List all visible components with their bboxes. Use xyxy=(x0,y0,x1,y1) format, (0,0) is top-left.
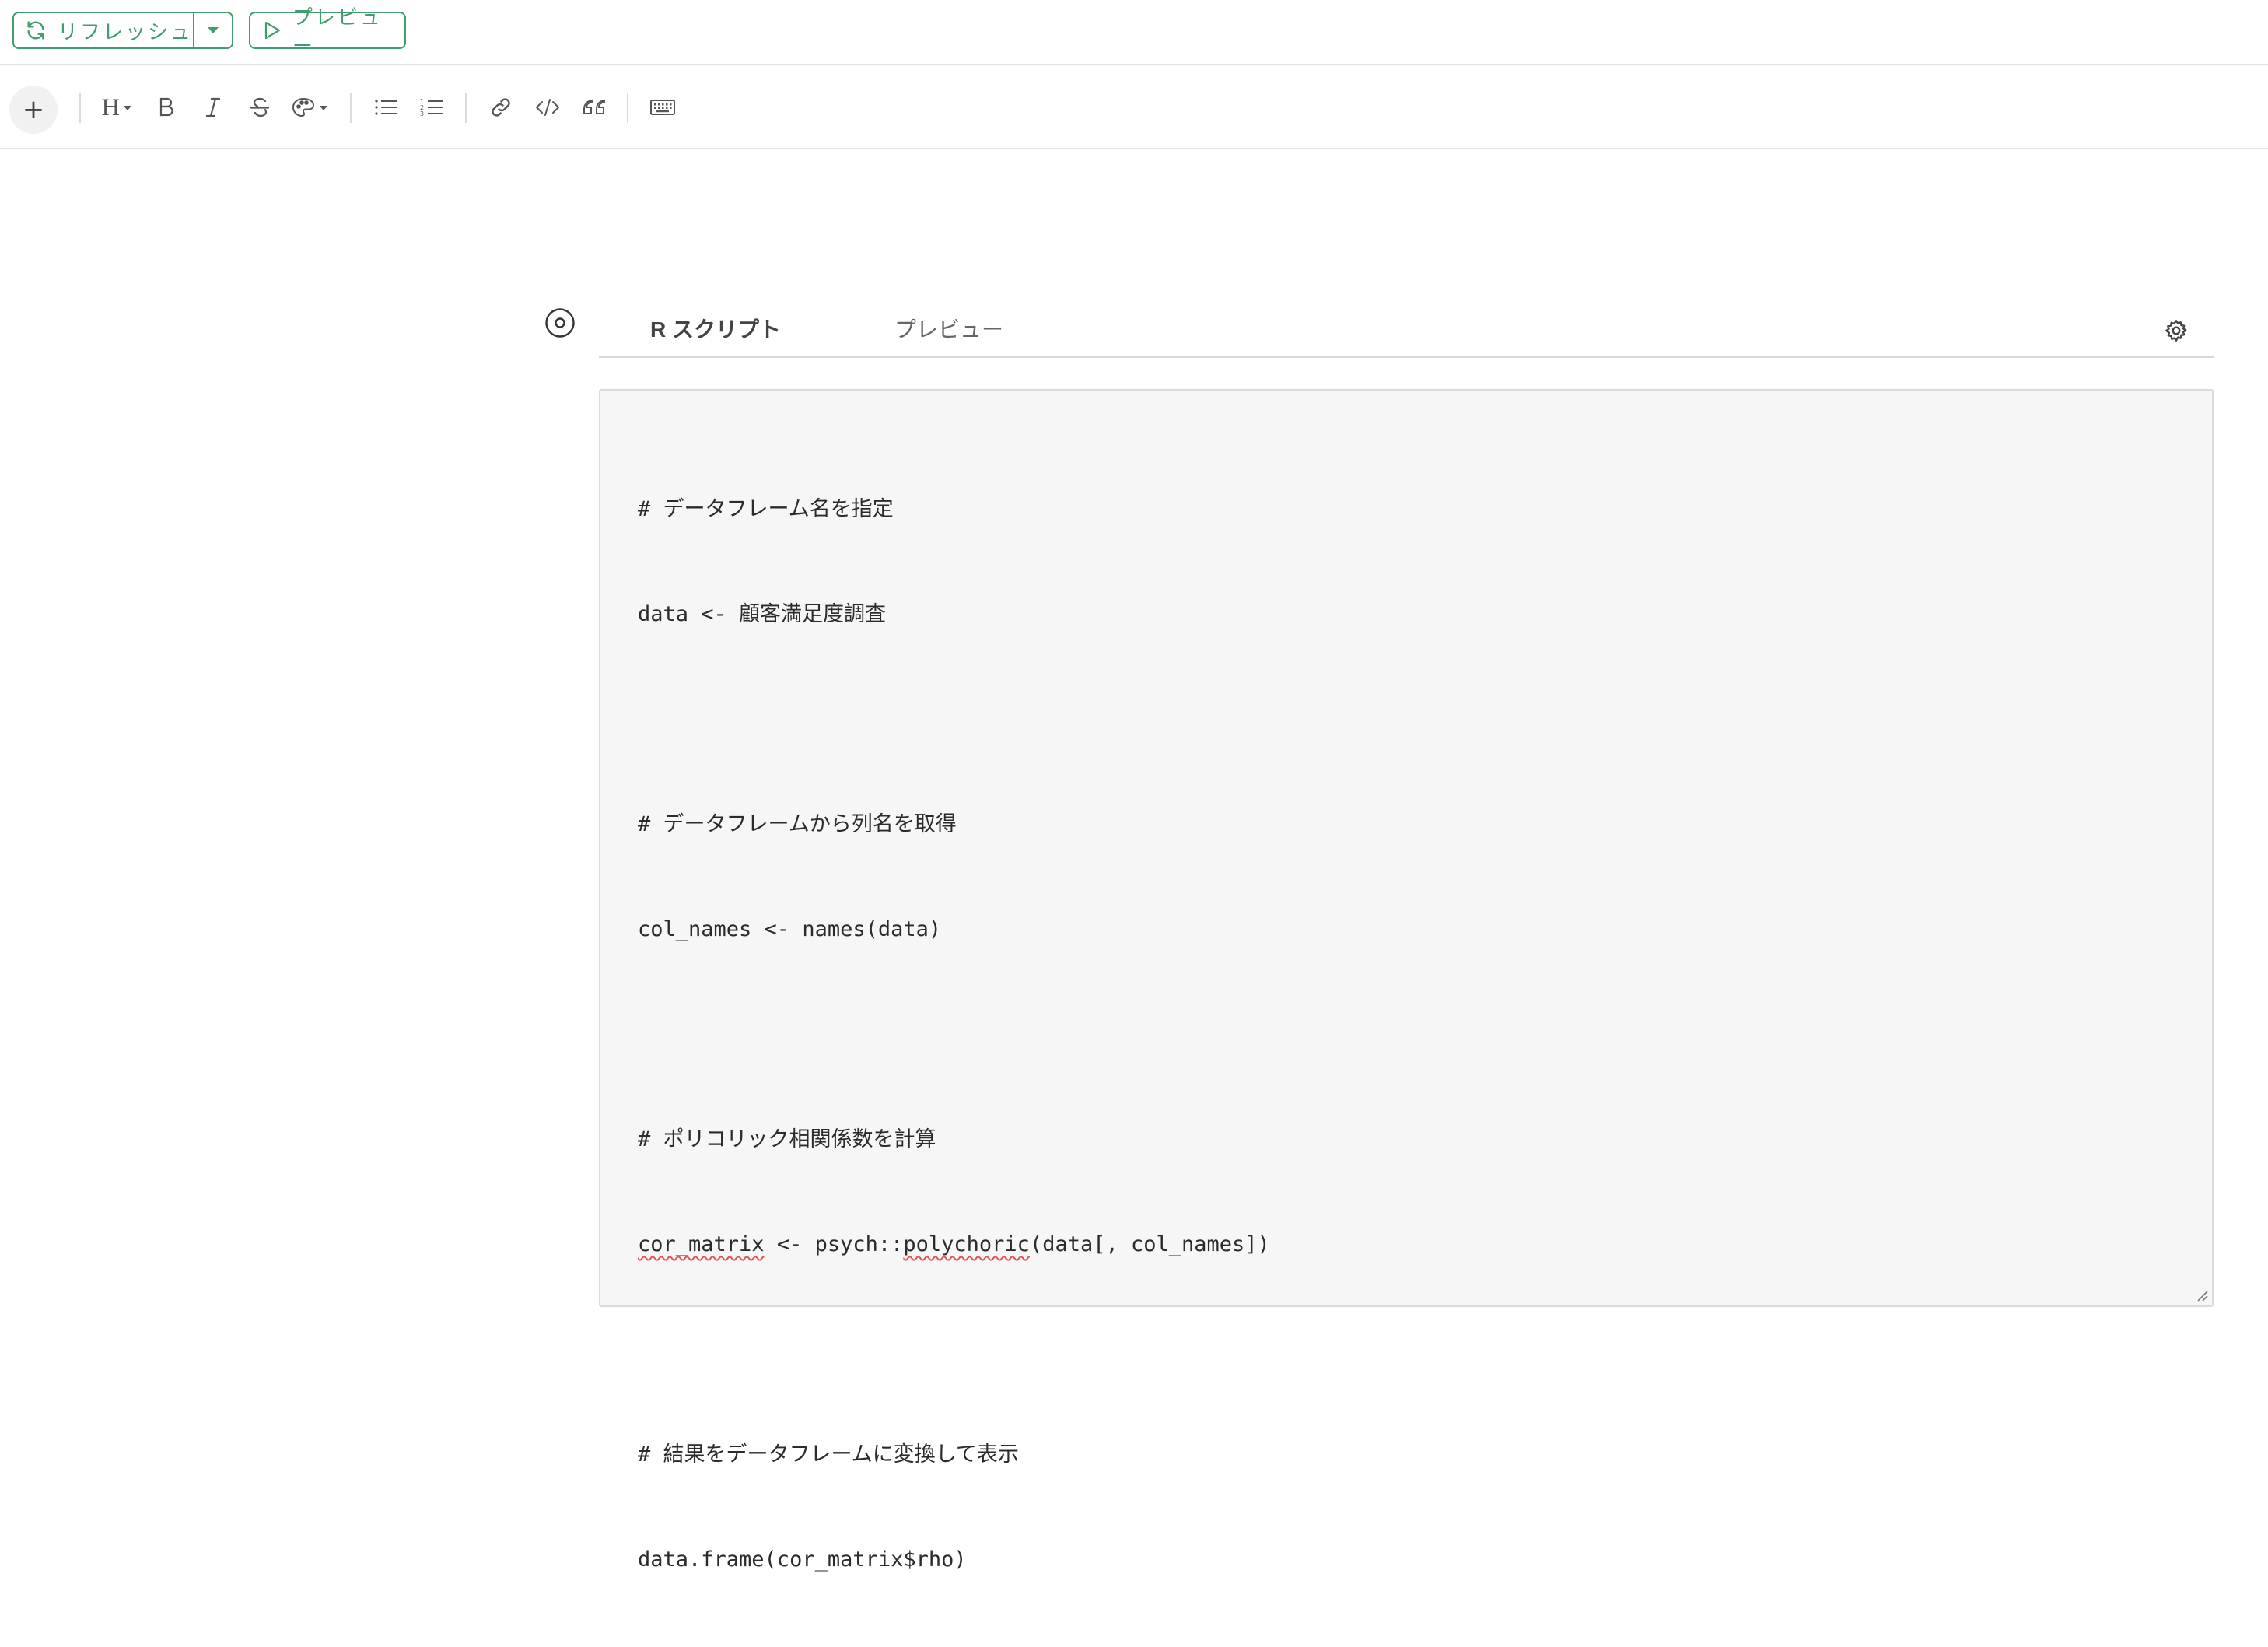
bold-button[interactable] xyxy=(151,67,182,148)
code-content[interactable]: # データフレーム名を指定 data <- 顧客満足度調査 # データフレームか… xyxy=(638,422,1270,1647)
gear-icon[interactable] xyxy=(2164,318,2189,343)
refresh-label: リフレッシュ xyxy=(58,20,194,44)
italic-icon xyxy=(205,97,221,117)
svg-text:3: 3 xyxy=(420,110,424,117)
preview-button[interactable]: プレビュー xyxy=(249,6,406,58)
strikethrough-button[interactable] xyxy=(244,67,275,148)
code-line: # ポリコリック相関係数を計算 xyxy=(638,1127,936,1151)
insert-plus-icon: + xyxy=(22,94,45,125)
top-bar: リフレッシュ プレビュー xyxy=(0,0,2268,65)
link-button[interactable] xyxy=(484,67,518,148)
tab-preview[interactable]: プレビュー xyxy=(894,313,1003,344)
keyboard-icon xyxy=(650,100,675,115)
bullet-list-button[interactable] xyxy=(369,67,403,148)
strikethrough-icon xyxy=(250,97,270,117)
quote-button[interactable] xyxy=(577,67,611,148)
quote-icon xyxy=(583,99,605,114)
code-line: # 結果をデータフレームに変換して表示 xyxy=(638,1442,1019,1467)
refresh-icon xyxy=(27,21,44,40)
cell-toggle-icon[interactable] xyxy=(544,307,576,338)
svg-text:H: H xyxy=(101,95,120,120)
spell-error-token: cor_matrix xyxy=(638,1232,765,1256)
code-line: cor_matrix <- psych::polychoric(data[, c… xyxy=(638,1227,1270,1262)
code-line: data.frame(cor_matrix$rho) xyxy=(638,1547,967,1572)
code-editor[interactable]: # データフレーム名を指定 data <- 顧客満足度調査 # データフレームか… xyxy=(599,389,2214,1572)
code-line: col_names <- names(data) xyxy=(638,917,942,941)
italic-button[interactable] xyxy=(198,67,229,148)
refresh-dropdown-button[interactable] xyxy=(194,13,232,47)
numbered-list-button[interactable]: 1 2 3 xyxy=(415,67,450,148)
link-icon xyxy=(492,98,510,117)
code-token: (data[, col_names]) xyxy=(1029,1232,1270,1256)
toolbar-divider xyxy=(350,93,352,123)
tab-r-script[interactable]: R スクリプト xyxy=(650,313,781,344)
code-button[interactable] xyxy=(530,67,565,148)
resize-handle-icon[interactable] xyxy=(2195,1288,2209,1302)
insert-plus-button[interactable]: + xyxy=(9,86,58,134)
formatting-toolbar: + H 1 2 3 xyxy=(0,67,2268,149)
code-line: # データフレーム名を指定 xyxy=(638,497,894,521)
heading-icon: H xyxy=(101,95,131,120)
color-palette-icon xyxy=(292,97,327,117)
code-icon xyxy=(536,99,559,116)
code-line: data <- 顧客満足度調査 xyxy=(638,602,887,626)
toolbar-divider xyxy=(627,93,628,123)
play-icon xyxy=(264,21,280,40)
refresh-button[interactable]: リフレッシュ xyxy=(14,13,194,47)
bold-icon xyxy=(159,97,173,117)
keyboard-button[interactable] xyxy=(644,67,681,148)
refresh-button-group: リフレッシュ xyxy=(12,12,233,49)
spell-error-token: polychoric xyxy=(903,1232,1030,1256)
color-button[interactable] xyxy=(289,67,333,148)
caret-down-icon xyxy=(208,27,219,33)
bullet-list-icon xyxy=(375,100,397,115)
toolbar-divider xyxy=(79,93,81,123)
preview-label: プレビュー xyxy=(292,6,383,58)
heading-button[interactable]: H xyxy=(96,67,140,148)
code-line: # データフレームから列名を取得 xyxy=(638,812,957,836)
numbered-list-icon: 1 2 3 xyxy=(420,98,443,117)
code-token: <- psych:: xyxy=(764,1232,904,1256)
toolbar-divider xyxy=(465,93,467,123)
cell-tabs: R スクリプト プレビュー xyxy=(599,305,2214,358)
